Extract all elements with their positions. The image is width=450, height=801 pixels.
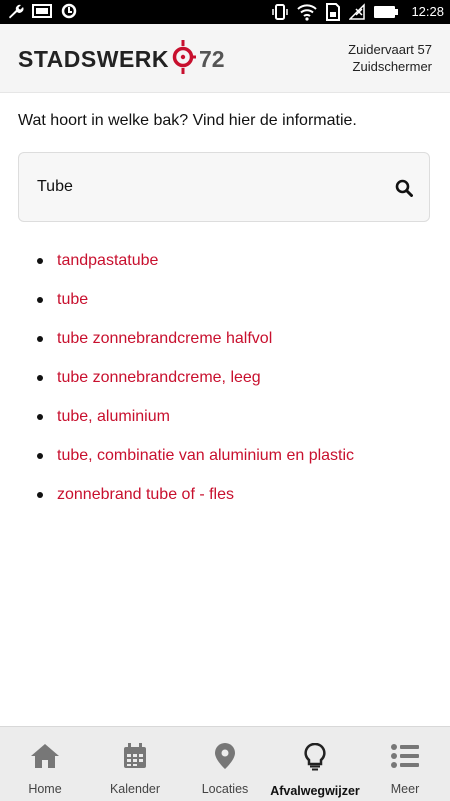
list-item: tube, aluminium (0, 402, 450, 441)
sim-icon (325, 3, 341, 21)
search-icon[interactable] (395, 179, 413, 202)
search-value[interactable]: Tube (37, 178, 73, 196)
logo-number: 72 (199, 45, 225, 72)
nav-label: Afvalwegwijzer (270, 784, 360, 798)
wrench-icon (6, 2, 24, 20)
bullet (37, 414, 43, 420)
lightbulb-icon (304, 742, 326, 776)
bullet (37, 492, 43, 498)
search-input[interactable]: Tube (18, 152, 430, 222)
result-link[interactable]: zonnebrand tube of - fles (57, 486, 234, 503)
nav-home[interactable]: Home (0, 727, 90, 801)
home-icon (30, 743, 60, 774)
bullet (37, 336, 43, 342)
list-item: tandpastatube (0, 246, 450, 285)
results-list: tandpastatube tube tube zonnebrandcreme … (0, 246, 450, 519)
menu-list-icon (391, 743, 419, 774)
intro-text: Wat hoort in welke bak? Vind hier de inf… (18, 112, 357, 129)
battery-icon (373, 4, 399, 20)
nav-label: Home (28, 782, 62, 796)
nav-kalender[interactable]: Kalender (90, 727, 180, 801)
clock: 12:28 (411, 4, 444, 19)
logo-crosshair-icon (170, 39, 197, 79)
image-icon (32, 3, 52, 19)
nav-label: Locaties (201, 782, 249, 796)
wifi-icon (297, 3, 318, 21)
nav-afvalwegwijzer[interactable]: Afvalwegwijzer (270, 727, 360, 801)
address-city: Zuidschermer (352, 59, 432, 74)
bullet (37, 375, 43, 381)
list-item: tube zonnebrandcreme, leeg (0, 363, 450, 402)
logo-text: STADSWERK (18, 45, 170, 72)
result-link[interactable]: tube, combinatie van aluminium en plasti… (57, 447, 354, 464)
bullet (37, 453, 43, 459)
status-bar: 12:28 (0, 0, 450, 24)
list-item: tube (0, 285, 450, 324)
location-pin-icon (214, 743, 236, 774)
address: Zuidervaart 57 Zuidschermer (348, 41, 432, 75)
result-link[interactable]: tube zonnebrandcreme halfvol (57, 330, 272, 347)
list-item: tube zonnebrandcreme halfvol (0, 324, 450, 363)
bullet (37, 258, 43, 264)
result-link[interactable]: tandpastatube (57, 252, 158, 269)
nav-meer[interactable]: Meer (360, 727, 450, 801)
sync-icon (60, 2, 78, 20)
app-header: STADSWERK 72 Zuidervaart 57 Zuidschermer (0, 24, 450, 93)
stadswerk-logo[interactable]: STADSWERK 72 (18, 39, 225, 79)
bottom-nav: Home Kalender Locaties Afvalwegwijzer Me… (0, 726, 450, 801)
list-item: tube, combinatie van aluminium en plasti… (0, 441, 450, 480)
result-link[interactable]: tube zonnebrandcreme, leeg (57, 369, 261, 386)
vibrate-icon (271, 3, 289, 21)
address-street: Zuidervaart 57 (348, 42, 432, 57)
nav-label: Kalender (109, 782, 161, 796)
result-link[interactable]: tube, aluminium (57, 408, 170, 425)
bullet (37, 297, 43, 303)
nav-label: Meer (390, 782, 420, 796)
list-item: zonnebrand tube of - fles (0, 480, 450, 519)
result-link[interactable]: tube (57, 291, 88, 308)
calendar-icon (122, 743, 148, 774)
no-signal-icon (349, 3, 366, 21)
nav-locaties[interactable]: Locaties (180, 727, 270, 801)
